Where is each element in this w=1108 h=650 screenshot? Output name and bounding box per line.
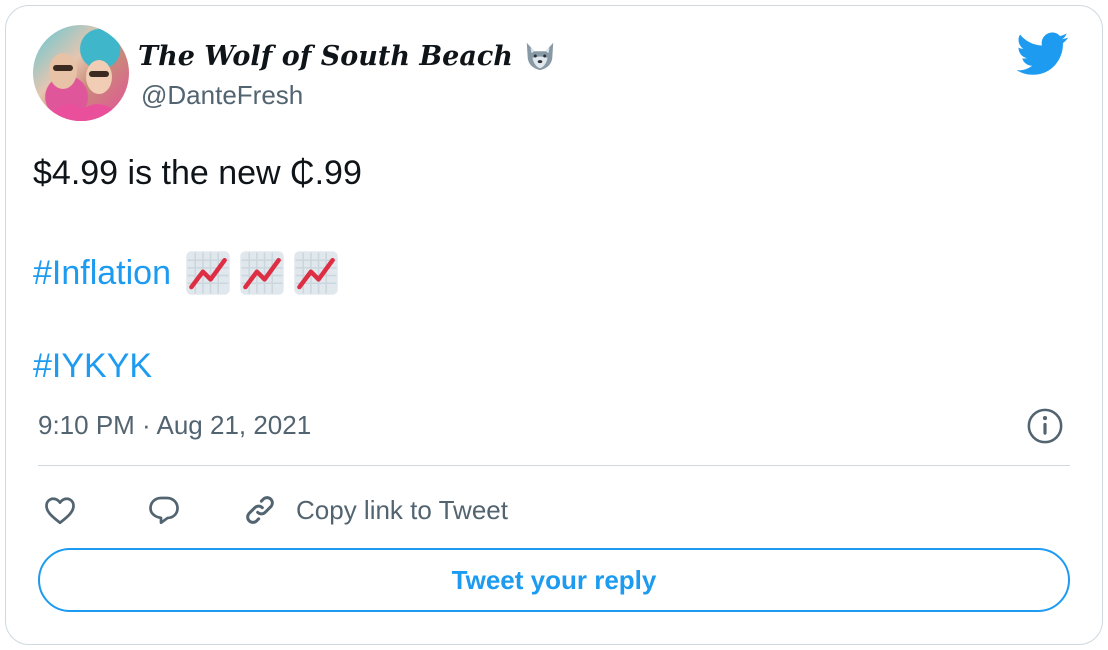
divider (38, 465, 1070, 466)
chart-increasing-icon (186, 251, 230, 295)
hashtag-iykyk[interactable]: #IYKYK (33, 347, 152, 386)
reply-button-label: Tweet your reply (451, 564, 657, 595)
speech-bubble-icon (149, 496, 179, 525)
author-handle[interactable]: @DanteFresh (141, 80, 303, 111)
reply-action-button[interactable] (146, 488, 190, 532)
author-display-name[interactable]: The Wolf of South Beach (138, 36, 557, 76)
display-name-text: The Wolf of South Beach (138, 40, 513, 72)
info-icon[interactable] (1026, 407, 1064, 445)
chart-increasing-icon (294, 251, 338, 295)
copy-link-label: Copy link to Tweet (296, 494, 508, 525)
wolf-icon (526, 42, 554, 71)
tweet-timestamp[interactable]: 9:10 PM · Aug 21, 2021 (38, 410, 311, 441)
link-icon (246, 496, 274, 524)
twitter-bird-icon[interactable] (1017, 32, 1069, 76)
avatar[interactable] (33, 25, 129, 121)
copy-link-button[interactable]: Copy link to Tweet (240, 488, 508, 532)
like-button[interactable] (42, 488, 86, 532)
hashtag-inflation[interactable]: #Inflation (33, 254, 171, 293)
tweet-text-line: $4.99 is the new ₵.99 (33, 154, 362, 192)
heart-icon (45, 497, 75, 525)
hashtag-line: #Inflation (33, 250, 339, 296)
tweet-your-reply-button[interactable]: Tweet your reply (38, 548, 1070, 612)
chart-increasing-icon (240, 251, 284, 295)
